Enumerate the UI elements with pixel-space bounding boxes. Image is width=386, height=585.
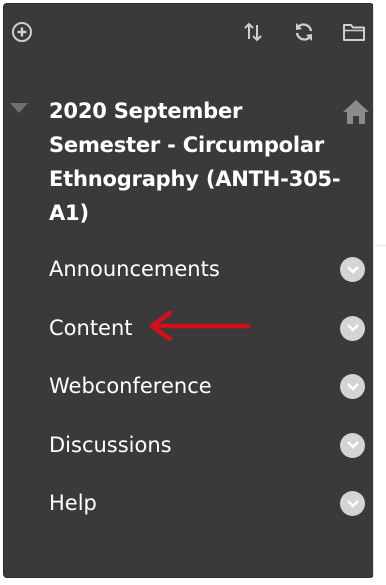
caret-down-icon[interactable]: [8, 100, 30, 116]
menu-item-label: Discussions: [49, 432, 172, 457]
menu-item-label: Announcements: [49, 257, 220, 281]
chevron-down-circle-icon[interactable]: [340, 257, 365, 282]
menu-item-announcements[interactable]: Announcements: [4, 244, 373, 303]
divider: [373, 245, 386, 246]
annotation-arrow-icon: [149, 310, 251, 342]
menu-item-help[interactable]: Help: [4, 478, 373, 537]
menu-item-label: Help: [49, 491, 97, 515]
sort-arrows-icon[interactable]: [239, 18, 267, 46]
course-menu-list: Announcements Content Webconference Disc…: [4, 244, 373, 537]
screenshot-canvas: 2020 September Semester - Circumpolar Et…: [0, 0, 386, 585]
menu-item-label: Content: [49, 315, 133, 340]
course-menu-panel: 2020 September Semester - Circumpolar Et…: [4, 4, 373, 577]
home-icon[interactable]: [341, 97, 371, 127]
content-area-edge: [373, 4, 386, 577]
chevron-down-circle-icon[interactable]: [340, 491, 365, 516]
menu-item-webconference[interactable]: Webconference: [4, 361, 373, 420]
chevron-down-circle-icon[interactable]: [340, 432, 365, 458]
menu-item-discussions[interactable]: Discussions: [4, 420, 373, 479]
menu-item-label: Webconference: [49, 374, 212, 398]
chevron-down-circle-icon[interactable]: [340, 315, 365, 341]
refresh-icon[interactable]: [290, 18, 318, 46]
plus-circle-icon[interactable]: [8, 18, 36, 46]
course-menu-toolbar: [4, 4, 373, 58]
course-title[interactable]: 2020 September Semester - Circumpolar Et…: [49, 94, 349, 230]
folder-icon[interactable]: [340, 18, 368, 46]
chevron-down-circle-icon[interactable]: [340, 374, 365, 399]
